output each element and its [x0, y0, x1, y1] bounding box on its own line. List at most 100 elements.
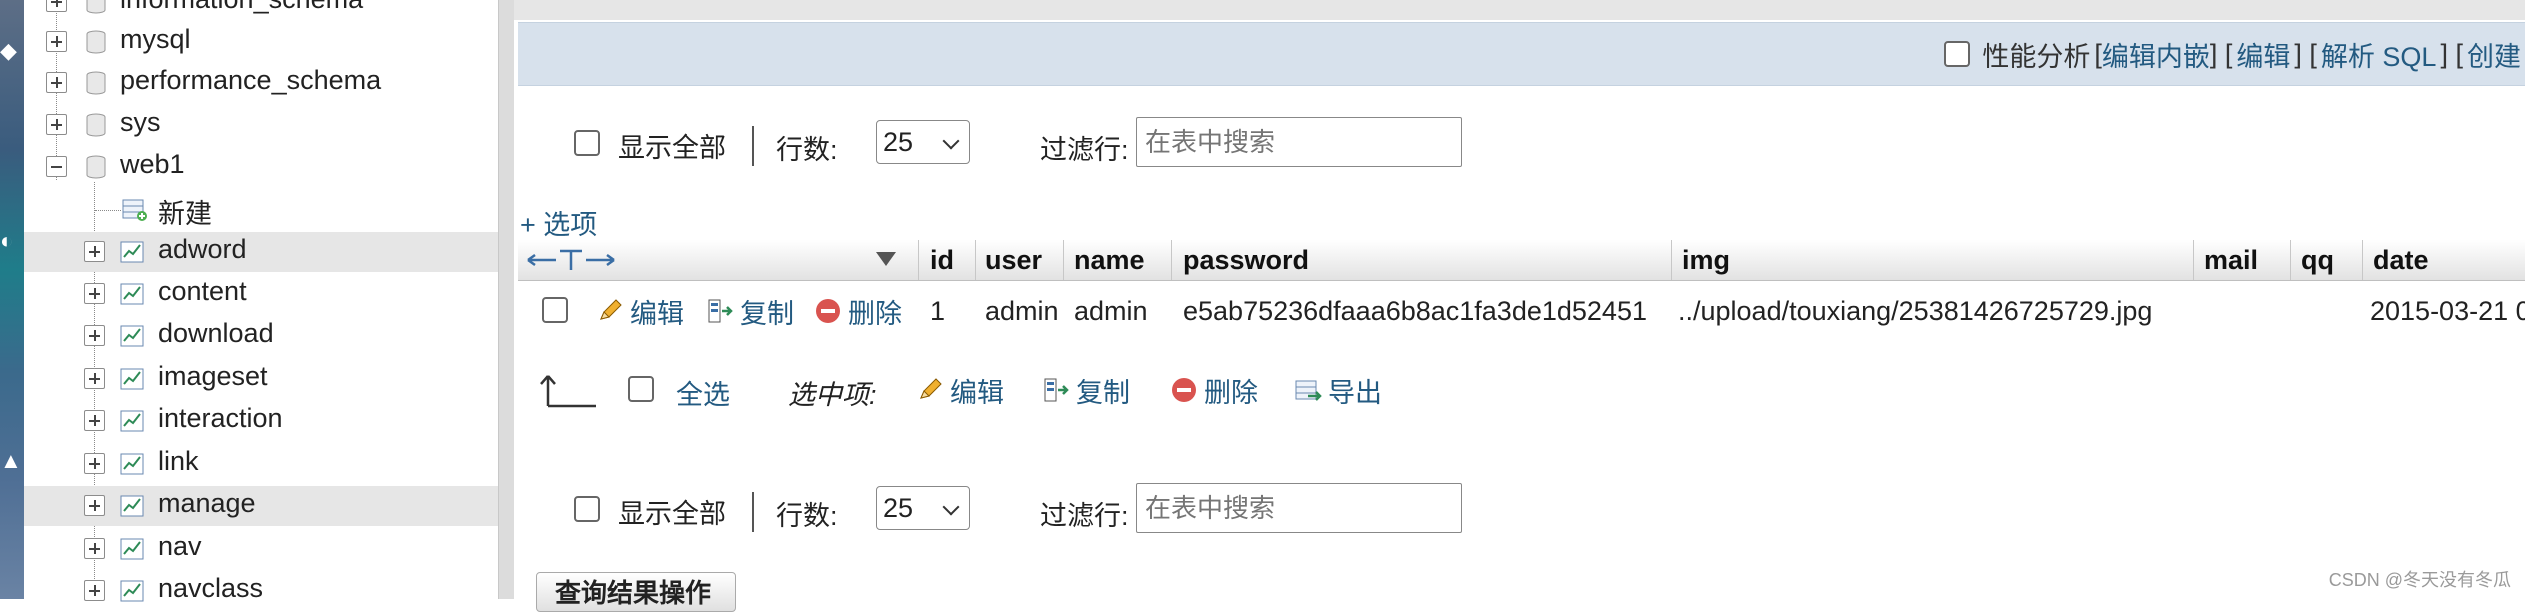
expand-icon[interactable] — [46, 0, 67, 12]
cell-id[interactable]: 1 — [930, 281, 945, 341]
column-header-password[interactable]: password — [1183, 240, 1309, 280]
cell-user[interactable]: admin — [985, 281, 1059, 341]
create-php-link[interactable]: 创建 PHP 代码 — [2467, 35, 2525, 74]
row-edit-action[interactable]: 编辑 — [596, 281, 684, 341]
tree-table-content[interactable]: content — [24, 274, 504, 314]
column-header-img[interactable]: img — [1682, 240, 1730, 280]
table-label[interactable]: content — [158, 276, 247, 307]
expand-icon[interactable] — [84, 283, 105, 304]
db-label[interactable]: web1 — [120, 149, 185, 180]
table-label[interactable]: link — [158, 446, 199, 477]
bulk-copy-label[interactable]: 复制 — [1076, 371, 1130, 410]
explain-sql-link[interactable]: 解析 SQL — [2321, 35, 2437, 74]
sidebar-resize-handle[interactable] — [498, 0, 515, 599]
profiling-checkbox[interactable] — [1944, 41, 1971, 67]
bulk-edit-label[interactable]: 编辑 — [950, 371, 1004, 410]
sort-menu-icon[interactable] — [874, 250, 898, 268]
row-delete-label[interactable]: 删除 — [848, 292, 902, 331]
select-all-label[interactable]: 全选 — [676, 373, 730, 412]
sql-options-links: 性能分析 [ 编辑内嵌 ] [ 编辑 ] [ 解析 SQL ] [ 创建 PHP… — [1944, 23, 2525, 85]
table-label[interactable]: interaction — [158, 403, 283, 434]
column-header-date[interactable]: date — [2373, 240, 2429, 280]
bulk-delete-action[interactable]: 删除 — [1170, 360, 1258, 420]
column-resize-arrows-icon[interactable] — [526, 248, 616, 272]
edit-link[interactable]: 编辑 — [2236, 35, 2290, 74]
cell-img[interactable]: ../upload/touxiang/25381426725729.jpg — [1678, 281, 2152, 341]
expand-icon[interactable] — [84, 538, 105, 559]
column-header-id[interactable]: id — [930, 240, 954, 280]
bulk-copy-action[interactable]: 复制 — [1042, 360, 1130, 420]
expand-icon[interactable] — [84, 368, 105, 389]
row-copy-label[interactable]: 复制 — [740, 292, 794, 331]
expand-icon[interactable] — [84, 495, 105, 516]
show-all-checkbox[interactable] — [574, 496, 600, 522]
new-label[interactable]: 新建 — [158, 192, 212, 231]
rows-select[interactable]: 25 — [876, 120, 970, 164]
tree-table-adword[interactable]: adword — [24, 232, 504, 272]
bulk-delete-label[interactable]: 删除 — [1204, 371, 1258, 410]
column-header-qq[interactable]: qq — [2301, 240, 2334, 280]
cell-date[interactable]: 2015-03-21 0 — [2370, 281, 2525, 341]
column-header-user[interactable]: user — [985, 240, 1042, 280]
select-all-checkbox[interactable] — [628, 376, 654, 402]
bulk-export-action[interactable]: 导出 — [1294, 360, 1382, 420]
tree-table-nav[interactable]: nav — [24, 529, 504, 569]
table-label[interactable]: navclass — [158, 573, 263, 604]
copy-icon — [1044, 378, 1069, 402]
table-label[interactable]: download — [158, 318, 274, 349]
column-header-mail[interactable]: mail — [2204, 240, 2258, 280]
db-label[interactable]: information_schema — [120, 0, 363, 15]
tree-db-web1[interactable]: web1 — [24, 147, 504, 187]
filter-rows-input[interactable] — [1136, 117, 1462, 167]
cell-name[interactable]: admin — [1074, 281, 1148, 341]
show-all-label[interactable]: 显示全部 — [618, 492, 726, 531]
expand-icon[interactable] — [84, 241, 105, 262]
db-label[interactable]: sys — [120, 107, 161, 138]
db-label[interactable]: mysql — [120, 24, 191, 55]
row-edit-label[interactable]: 编辑 — [630, 292, 684, 331]
show-all-label[interactable]: 显示全部 — [618, 126, 726, 165]
row-copy-action[interactable]: 复制 — [706, 281, 794, 341]
column-header-name[interactable]: name — [1074, 240, 1145, 280]
tree-db-mysql[interactable]: mysql — [24, 22, 504, 62]
expand-icon[interactable] — [84, 410, 105, 431]
bulk-export-label[interactable]: 导出 — [1328, 371, 1382, 410]
tree-db-information-schema[interactable]: information_schema — [24, 0, 504, 22]
table-icon — [120, 495, 144, 517]
row-delete-action[interactable]: 删除 — [814, 281, 902, 341]
tree-table-imageset[interactable]: imageset — [24, 359, 504, 399]
table-label[interactable]: nav — [158, 531, 202, 562]
tree-db-sys[interactable]: sys — [24, 105, 504, 145]
expand-icon[interactable] — [46, 114, 67, 135]
rows-select[interactable]: 25 — [876, 486, 970, 530]
tree-db-performance-schema[interactable]: performance_schema — [24, 63, 504, 103]
table-icon — [120, 453, 144, 475]
tree-table-download[interactable]: download — [24, 316, 504, 356]
tree-new-table[interactable]: 新建 — [24, 190, 504, 230]
filter-rows-input[interactable] — [1136, 483, 1462, 533]
show-all-checkbox[interactable] — [574, 130, 600, 156]
expand-icon[interactable] — [46, 72, 67, 93]
database-icon — [86, 71, 106, 95]
tree-table-manage[interactable]: manage — [24, 486, 504, 526]
table-label[interactable]: manage — [158, 488, 256, 519]
tree-table-navclass[interactable]: navclass — [24, 571, 504, 611]
db-label[interactable]: performance_schema — [120, 65, 381, 96]
query-results-operations-button[interactable]: 查询结果操作 — [536, 572, 736, 612]
tree-table-link[interactable]: link — [24, 444, 504, 484]
cell-password[interactable]: e5ab75236dfaaa6b8ac1fa3de1d52451 — [1183, 281, 1647, 341]
expand-icon[interactable] — [46, 31, 67, 52]
row-select-checkbox[interactable] — [542, 297, 568, 323]
collapse-icon[interactable] — [46, 156, 67, 177]
edit-inline-link[interactable]: 编辑内嵌 — [2102, 35, 2210, 74]
options-toggle-link[interactable]: + 选项 — [520, 203, 597, 242]
table-icon — [120, 283, 144, 305]
arrow-up-left-icon — [540, 375, 596, 408]
table-label[interactable]: adword — [158, 234, 247, 265]
expand-icon[interactable] — [84, 325, 105, 346]
bulk-edit-action[interactable]: 编辑 — [916, 360, 1004, 420]
table-label[interactable]: imageset — [158, 361, 268, 392]
expand-icon[interactable] — [84, 580, 105, 601]
expand-icon[interactable] — [84, 453, 105, 474]
tree-table-interaction[interactable]: interaction — [24, 401, 504, 441]
